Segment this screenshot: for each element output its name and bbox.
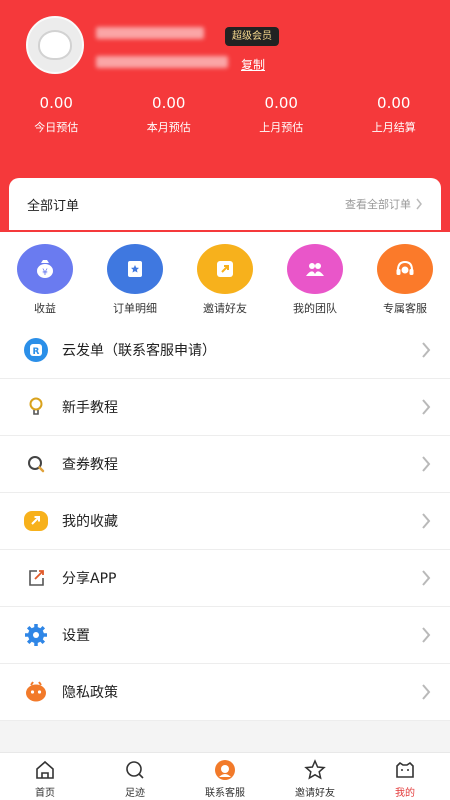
stat-value: 0.00 — [152, 94, 186, 112]
quick-action-label: 收益 — [34, 302, 56, 315]
quick-actions: ¥ 收益 订单明细 邀请好友 我的团队 专属客服 — [0, 232, 450, 322]
chevron-right-icon — [422, 570, 431, 586]
menu-item-label: 设置 — [62, 628, 90, 644]
quick-action-invite[interactable]: 邀请好友 — [180, 244, 270, 322]
profile-icon — [396, 761, 414, 778]
tab-label: 首页 — [35, 788, 55, 799]
tab-label: 联系客服 — [205, 788, 245, 799]
tab-label: 足迹 — [125, 788, 145, 799]
svg-text:¥: ¥ — [42, 268, 48, 278]
money-bag-icon: ¥ — [17, 244, 73, 294]
stat-label: 本月预估 — [146, 121, 191, 134]
menu-item-label: 我的收藏 — [62, 514, 118, 530]
headset-icon — [377, 244, 433, 294]
menu-item-cloud-posting[interactable]: R 云发单（联系客服申请） — [0, 322, 450, 379]
quick-action-customer-service[interactable]: 专属客服 — [360, 244, 450, 322]
quick-action-earnings[interactable]: ¥ 收益 — [0, 244, 90, 322]
favorites-icon — [20, 505, 52, 537]
lightbulb-icon — [20, 391, 52, 423]
user-id-redacted — [96, 56, 228, 68]
stat-label: 今日预估 — [34, 121, 79, 134]
chevron-right-icon — [422, 684, 431, 700]
team-icon — [287, 244, 343, 294]
menu-item-privacy-policy[interactable]: 隐私政策 — [0, 664, 450, 721]
stat-label: 上月预估 — [259, 121, 304, 134]
tab-invite-friends[interactable]: 邀请好友 — [270, 753, 360, 800]
privacy-icon — [20, 676, 52, 708]
share-icon — [20, 562, 52, 594]
search-icon — [20, 448, 52, 480]
menu-item-favorites[interactable]: 我的收藏 — [0, 493, 450, 550]
order-detail-icon — [107, 244, 163, 294]
stat-value: 0.00 — [264, 94, 298, 112]
copy-button[interactable]: 复制 — [241, 56, 265, 73]
quick-action-label: 邀请好友 — [203, 302, 247, 315]
bottom-tab-bar: 首页 足迹 联系客服 邀请好友 我的 — [0, 752, 450, 800]
gear-icon — [20, 619, 52, 651]
quick-action-order-detail[interactable]: 订单明细 — [90, 244, 180, 322]
chevron-right-icon — [422, 342, 431, 358]
chevron-right-icon — [422, 513, 431, 529]
stat-value: 0.00 — [377, 94, 411, 112]
stat-last-month-settled[interactable]: 0.00 上月结算 — [338, 92, 450, 135]
avatar-placeholder-icon — [38, 30, 72, 60]
service-icon — [215, 760, 235, 780]
menu-item-label: 云发单（联系客服申请） — [62, 343, 216, 359]
menu-item-label: 新手教程 — [62, 400, 118, 416]
cloud-r-icon: R — [20, 334, 52, 366]
tab-mine[interactable]: 我的 — [360, 753, 450, 800]
menu-item-beginner-tutorial[interactable]: 新手教程 — [0, 379, 450, 436]
chevron-right-icon — [422, 399, 431, 415]
stat-this-month[interactable]: 0.00 本月预估 — [113, 92, 226, 135]
stat-today[interactable]: 0.00 今日预估 — [0, 92, 113, 135]
username-redacted — [96, 27, 204, 39]
menu-item-label: 查券教程 — [62, 457, 118, 473]
quick-action-label: 订单明细 — [113, 302, 157, 315]
share-arrow-icon — [197, 244, 253, 294]
view-all-orders-label: 查看全部订单 — [345, 198, 411, 211]
stat-last-month[interactable]: 0.00 上月预估 — [225, 92, 338, 135]
vip-badge: 超级会员 — [225, 27, 279, 46]
svg-text:R: R — [33, 347, 40, 357]
tab-label: 我的 — [395, 788, 415, 799]
footprint-icon — [126, 761, 144, 779]
chevron-right-icon — [416, 198, 422, 210]
earnings-stats: 0.00 今日预估 0.00 本月预估 0.00 上月预估 0.00 上月结算 — [0, 92, 450, 135]
menu-item-settings[interactable]: 设置 — [0, 607, 450, 664]
menu-item-coupon-tutorial[interactable]: 查券教程 — [0, 436, 450, 493]
settings-menu: R 云发单（联系客服申请） 新手教程 查券教程 我的收藏 分享APP 设置 隐私… — [0, 322, 450, 721]
tab-customer-service[interactable]: 联系客服 — [180, 753, 270, 800]
home-icon — [36, 760, 54, 779]
chevron-right-icon — [422, 627, 431, 643]
quick-action-team[interactable]: 我的团队 — [270, 244, 360, 322]
stat-value: 0.00 — [39, 94, 73, 112]
menu-item-share-app[interactable]: 分享APP — [0, 550, 450, 607]
menu-item-label: 分享APP — [62, 571, 117, 587]
view-all-orders-link[interactable]: 查看全部订单 — [345, 196, 423, 212]
tab-home[interactable]: 首页 — [0, 753, 90, 800]
quick-action-label: 专属客服 — [383, 302, 427, 315]
all-orders-card[interactable]: 全部订单 查看全部订单 — [9, 178, 441, 230]
menu-item-label: 隐私政策 — [62, 685, 118, 701]
star-icon — [304, 759, 326, 780]
chevron-right-icon — [422, 456, 431, 472]
tab-label: 邀请好友 — [295, 788, 335, 799]
quick-action-label: 我的团队 — [293, 302, 337, 315]
avatar[interactable] — [26, 16, 84, 74]
stat-label: 上月结算 — [371, 121, 416, 134]
tab-footprint[interactable]: 足迹 — [90, 753, 180, 800]
orders-title: 全部订单 — [27, 198, 80, 214]
